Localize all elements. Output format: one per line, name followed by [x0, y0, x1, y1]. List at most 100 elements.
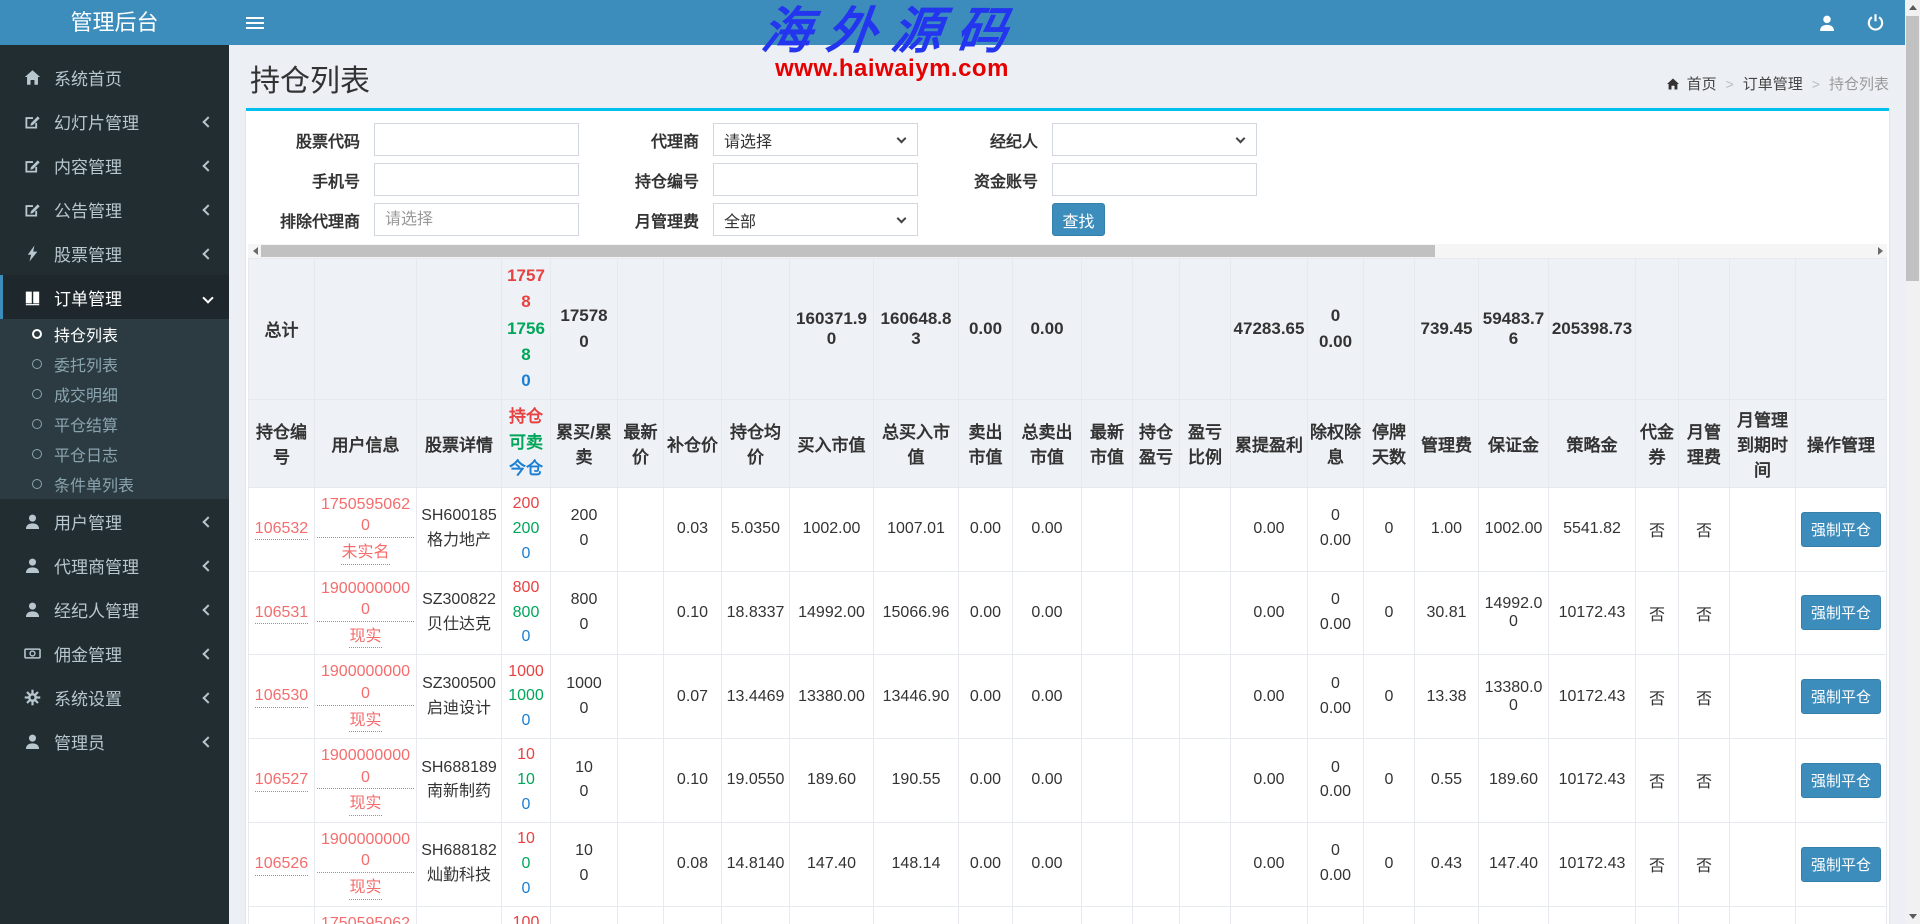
- sidebar-item-settings[interactable]: 系统设置: [0, 675, 229, 719]
- cell-avg_price: 5.0350: [722, 487, 790, 571]
- phone-input[interactable]: [374, 163, 579, 196]
- search-button[interactable]: 查找: [1052, 203, 1105, 236]
- cell-sell_value: 0.00: [959, 739, 1013, 823]
- force-close-button[interactable]: 强制平仓: [1801, 847, 1881, 882]
- cell-monthly_fee: 否: [1679, 655, 1730, 739]
- cell-position_pnl: [1133, 571, 1180, 655]
- scroll-up-arrow-icon[interactable]: [1905, 0, 1920, 15]
- total-add_price: [664, 259, 722, 400]
- sidebar-item-notice[interactable]: 公告管理: [0, 187, 229, 231]
- user-info-link[interactable]: 19000000000: [317, 829, 414, 873]
- user-info-link[interactable]: 17505950620: [317, 913, 414, 924]
- monthly-fee-select[interactable]: 全部: [713, 203, 918, 236]
- user-info-link[interactable]: 19000000000: [317, 661, 414, 705]
- total-margin: 59483.76: [1479, 259, 1549, 400]
- user-info-link[interactable]: 现实: [349, 710, 381, 733]
- sidebar-subitem-entrust-list[interactable]: 委托列表: [0, 349, 229, 379]
- cell-stock_detail: SZ300822贝仕达克: [417, 571, 502, 655]
- position-no-link[interactable]: 106526: [255, 853, 308, 876]
- filter-field-fund-account: 资金账号: [926, 163, 1257, 196]
- fund-account-input[interactable]: [1052, 163, 1257, 196]
- breadcrumb-item[interactable]: 首页: [1687, 73, 1717, 94]
- cell-latest_value: [1082, 822, 1133, 906]
- force-close-button[interactable]: 强制平仓: [1801, 512, 1881, 547]
- total-position_no: 总计: [249, 259, 315, 400]
- sidebar-subitem-condition-list[interactable]: 条件单列表: [0, 469, 229, 499]
- position-no-link[interactable]: 106532: [255, 518, 308, 541]
- sidebar-item-orders[interactable]: 订单管理: [0, 275, 229, 319]
- cell-actions: 强制平仓: [1796, 739, 1887, 823]
- app-brand[interactable]: 管理后台: [0, 0, 229, 45]
- stock-code-input[interactable]: [374, 123, 579, 156]
- sidebar-item-commission[interactable]: 佣金管理: [0, 631, 229, 675]
- cell-add_price: 0.05: [664, 906, 722, 924]
- exclude-agent-input[interactable]: [374, 203, 579, 236]
- book-icon: [21, 289, 43, 306]
- position-no-link[interactable]: 106527: [255, 769, 308, 792]
- total-voucher: [1636, 259, 1679, 400]
- cell-position_qty: 1001000: [502, 906, 551, 924]
- cell-sell_value: 0.00: [959, 655, 1013, 739]
- sidebar-subitem-deal-detail[interactable]: 成交明细: [0, 379, 229, 409]
- power-icon[interactable]: [1866, 13, 1885, 32]
- cell-voucher: 否: [1636, 739, 1679, 823]
- bolt-icon: [21, 245, 43, 262]
- cell-sell_value: 0.00: [959, 487, 1013, 571]
- cell-monthly_fee: 否: [1679, 571, 1730, 655]
- cell-latest_price: [618, 822, 664, 906]
- sidebar-item-stocks[interactable]: 股票管理: [0, 231, 229, 275]
- breadcrumb-item[interactable]: 订单管理: [1743, 73, 1803, 94]
- cell-strategy_fund: 10172.43: [1549, 739, 1636, 823]
- field-label: 手机号: [248, 168, 374, 192]
- sidebar-item-agents[interactable]: 代理商管理: [0, 543, 229, 587]
- chevron-down-icon: [204, 287, 212, 307]
- cell-suspended_days: 0: [1364, 739, 1415, 823]
- position-row: 10652517505950620未实名SZ300053欧比特100100010…: [249, 906, 1887, 924]
- breadcrumb: 首页>订单管理>持仓列表: [1666, 73, 1889, 94]
- force-close-button[interactable]: 强制平仓: [1801, 679, 1881, 714]
- cell-total_buy_value: 15066.96: [874, 571, 959, 655]
- horizontal-scrollbar-thumb[interactable]: [261, 245, 1435, 257]
- cell-withdrawn_profit: 0.00: [1231, 739, 1308, 823]
- user-info-link[interactable]: 19000000000: [317, 578, 414, 622]
- position-no-link[interactable]: 106531: [255, 602, 308, 625]
- user-info-link[interactable]: 现实: [349, 793, 381, 816]
- scroll-right-arrow-icon[interactable]: [1873, 244, 1887, 258]
- sidebar-item-content[interactable]: 内容管理: [0, 143, 229, 187]
- total-sell_value: 0.00: [959, 259, 1013, 400]
- broker-select[interactable]: [1052, 123, 1257, 156]
- position-no-link[interactable]: 106530: [255, 685, 308, 708]
- sidebar-item-admins[interactable]: 管理员: [0, 719, 229, 763]
- user-info-link[interactable]: 未实名: [341, 542, 389, 565]
- position-no-input[interactable]: [713, 163, 918, 196]
- filter-field-monthly-fee: 月管理费全部: [587, 203, 918, 236]
- sidebar-item-slides[interactable]: 幻灯片管理: [0, 99, 229, 143]
- page-vertical-scrollbar[interactable]: [1905, 0, 1920, 924]
- cell-avg_price: 10.3013: [722, 906, 790, 924]
- force-close-button[interactable]: 强制平仓: [1801, 595, 1881, 630]
- sidebar-item-users[interactable]: 用户管理: [0, 499, 229, 543]
- sidebar-subitem-close-log[interactable]: 平仓日志: [0, 439, 229, 469]
- cell-add_price: 0.03: [664, 487, 722, 571]
- table-horizontal-scrollbar[interactable]: [248, 244, 1887, 258]
- scroll-left-arrow-icon[interactable]: [248, 244, 262, 258]
- cell-withdrawn_profit: 0.00: [1231, 906, 1308, 924]
- user-info-link[interactable]: 17505950620: [317, 494, 414, 538]
- user-info-link[interactable]: 现实: [349, 877, 381, 900]
- vertical-scrollbar-thumb[interactable]: [1906, 16, 1919, 281]
- sidebar-item-brokers[interactable]: 经纪人管理: [0, 587, 229, 631]
- cell-total_sell_value: 0.00: [1013, 739, 1082, 823]
- user-info-link[interactable]: 现实: [349, 626, 381, 649]
- scroll-down-arrow-icon[interactable]: [1905, 909, 1920, 924]
- user-info-link[interactable]: 19000000000: [317, 745, 414, 789]
- force-close-button[interactable]: 强制平仓: [1801, 763, 1881, 798]
- agent-select[interactable]: 请选择: [713, 123, 918, 156]
- cell-total_sell_value: 0.00: [1013, 487, 1082, 571]
- sidebar-toggle-button[interactable]: [229, 0, 281, 45]
- sidebar-subitem-close-settle[interactable]: 平仓结算: [0, 409, 229, 439]
- sidebar-subitem-position-list[interactable]: 持仓列表: [0, 319, 229, 349]
- cell-buy_value: 1025.00: [790, 906, 874, 924]
- cell-sell_value: 0.00: [959, 822, 1013, 906]
- sidebar-item-home[interactable]: 系统首页: [0, 55, 229, 99]
- user-icon[interactable]: [1818, 14, 1836, 32]
